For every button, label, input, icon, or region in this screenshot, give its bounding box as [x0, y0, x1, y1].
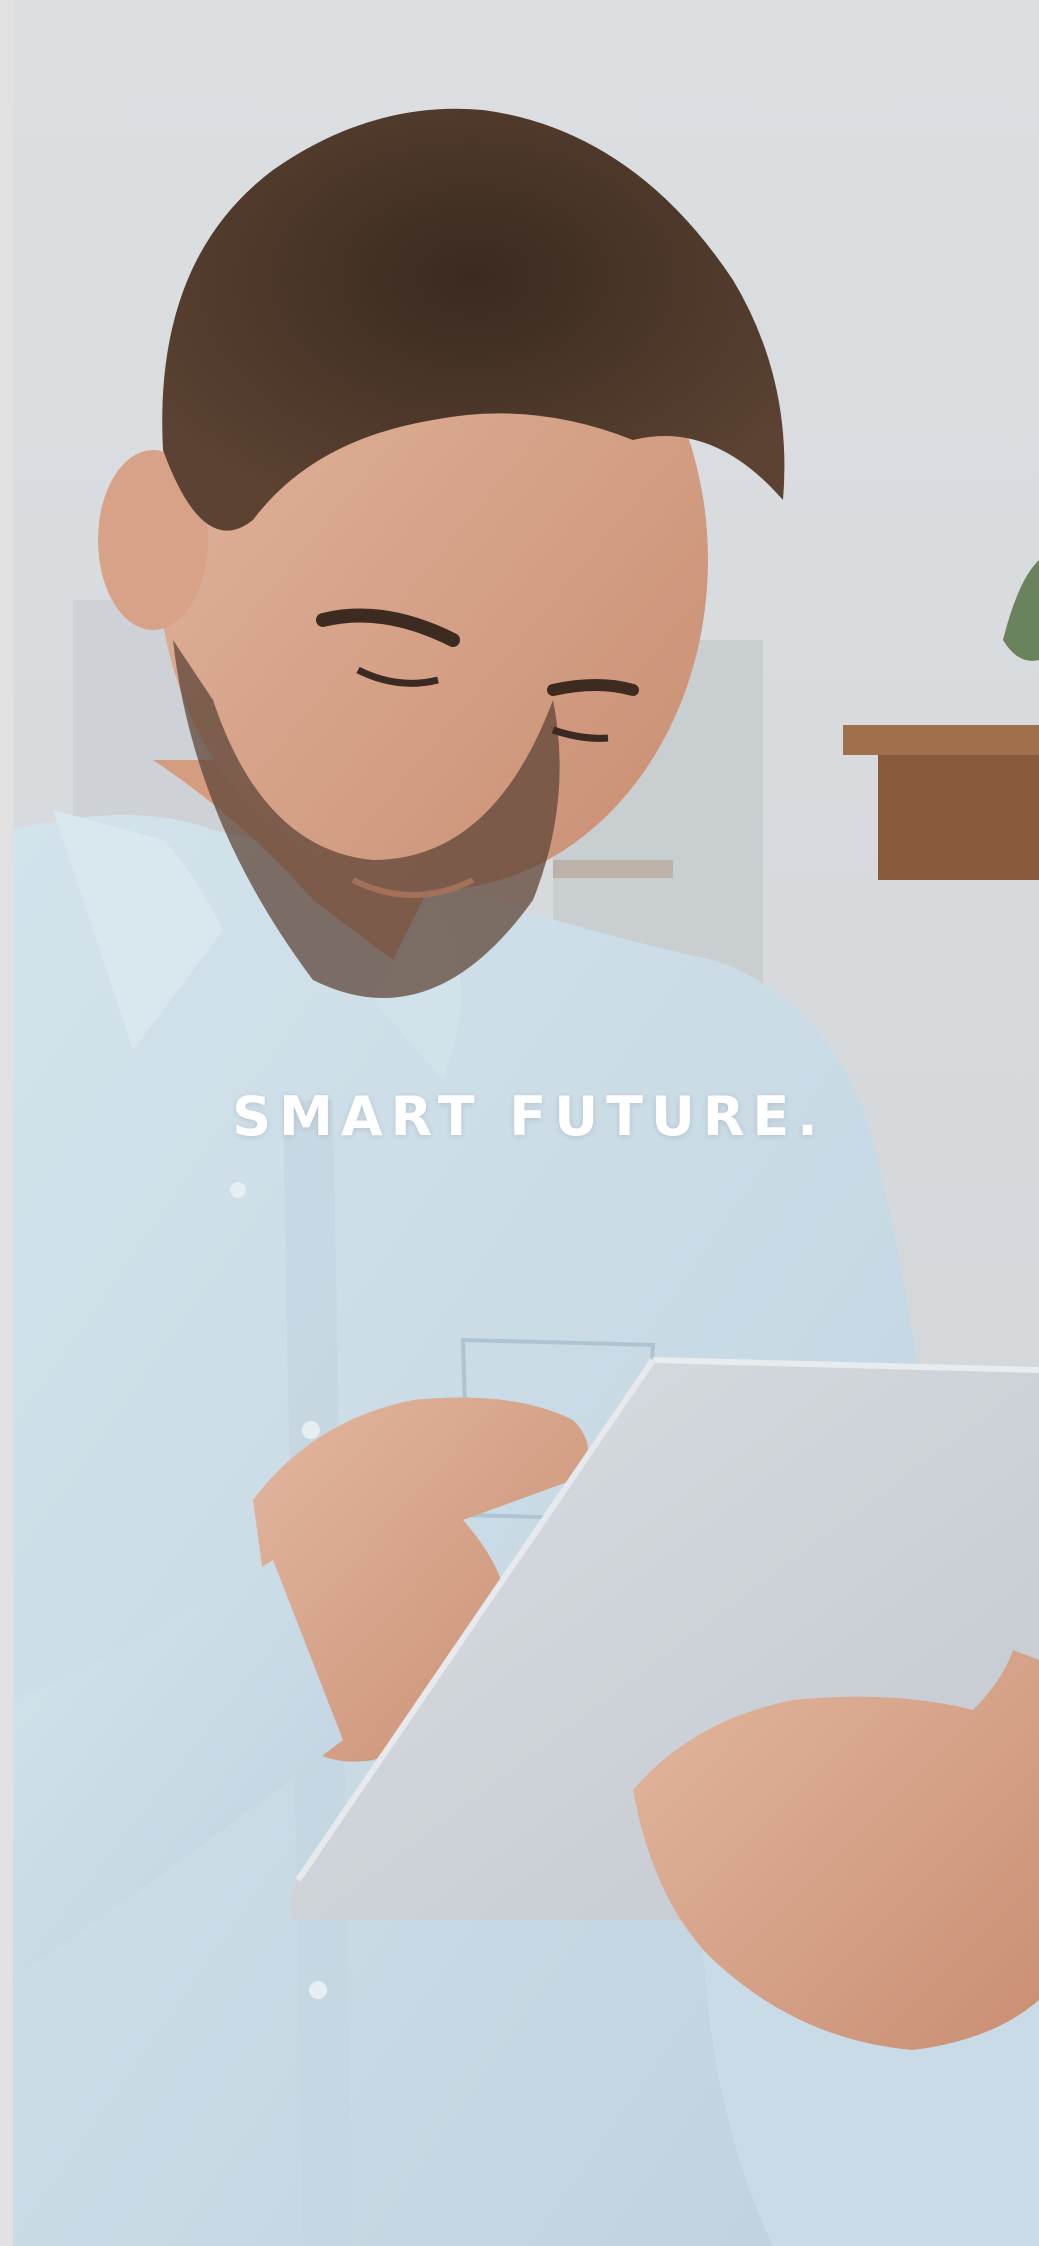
- hero-banner: SMART FUTURE.: [13, 0, 1039, 2246]
- hero-headline: SMART FUTURE.: [232, 1085, 826, 1148]
- left-edge-strip: [0, 0, 13, 2246]
